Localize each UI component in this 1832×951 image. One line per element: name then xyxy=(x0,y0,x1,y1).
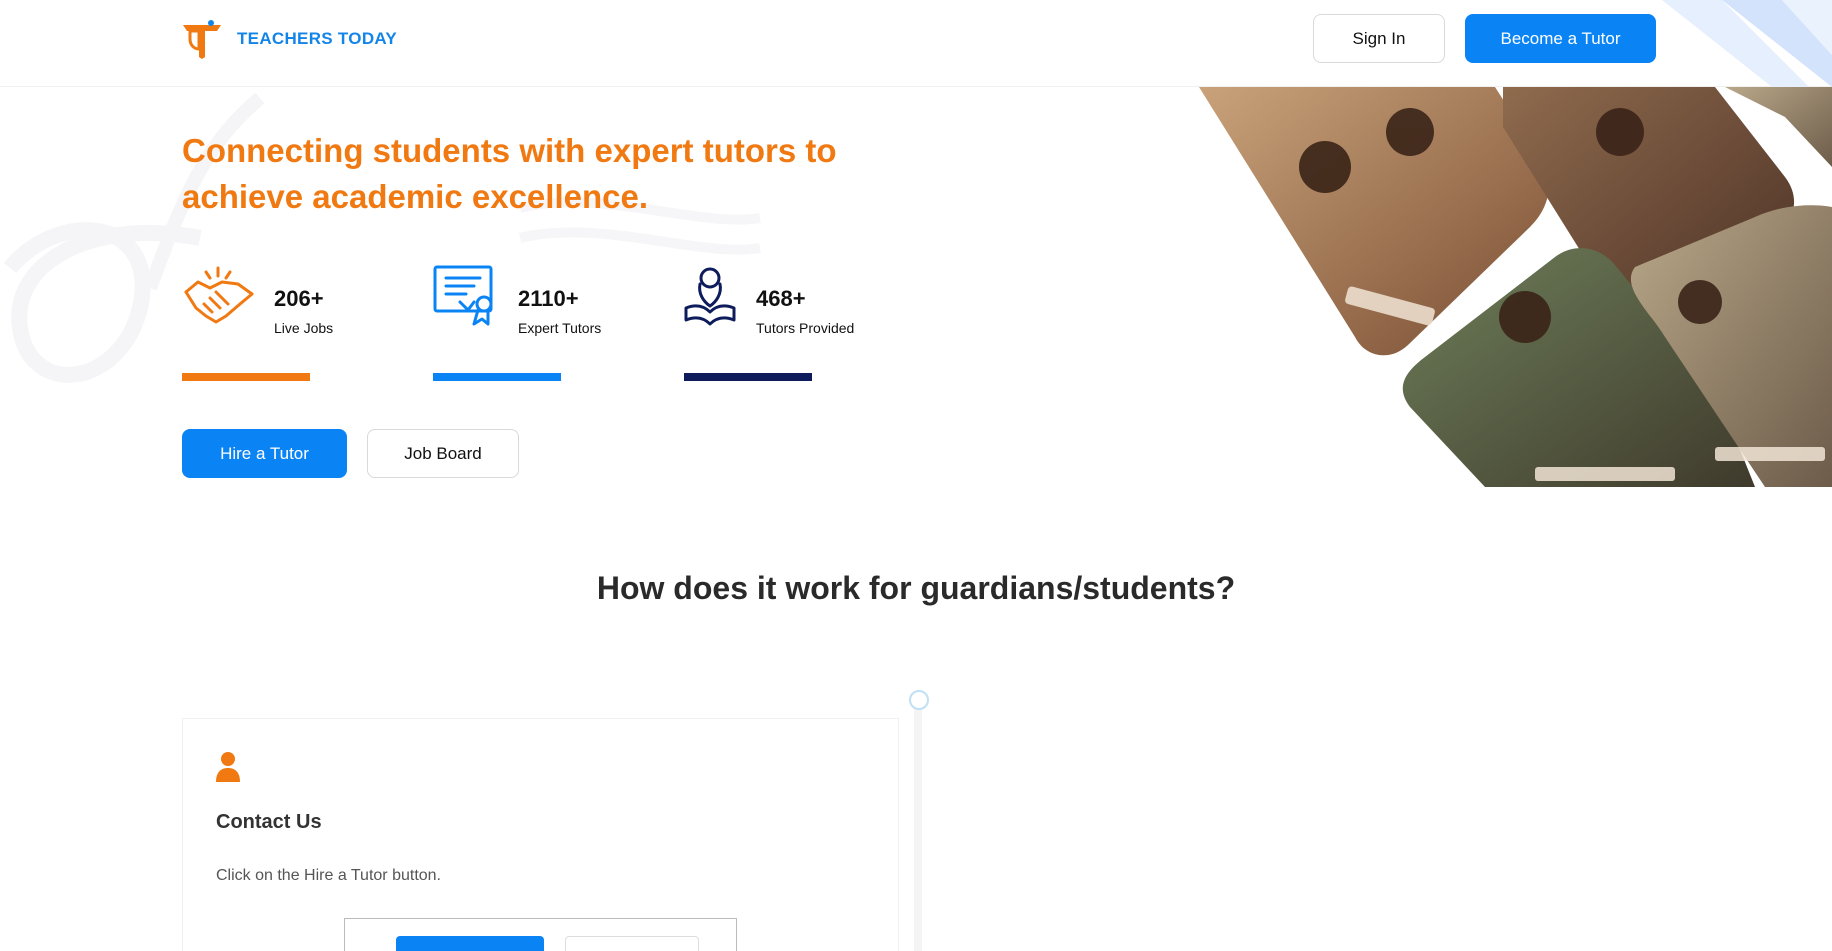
stat-bar-tutors-provided xyxy=(684,373,812,381)
hero-headline: Connecting students with expert tutors t… xyxy=(182,132,837,215)
brand-name: TEACHERS TODAY xyxy=(237,29,398,48)
timeline-line xyxy=(914,706,922,951)
illustration-jobboard-button xyxy=(565,936,699,951)
hero-photo-collage xyxy=(1199,87,1832,487)
stat-label: Tutors Provided xyxy=(756,320,855,336)
corner-decoration xyxy=(1662,0,1832,87)
stat-value: 2110+ xyxy=(518,286,579,311)
logo[interactable]: TEACHERS TODAY xyxy=(181,19,397,59)
stat-value: 468+ xyxy=(756,286,806,311)
certificate-icon xyxy=(433,265,493,326)
timeline-dot xyxy=(909,690,929,710)
handshake-icon xyxy=(184,266,254,324)
step-title: Contact Us xyxy=(216,811,322,833)
stat-bar-live-jobs xyxy=(182,373,310,381)
user-icon xyxy=(216,752,240,782)
stat-value: 206+ xyxy=(274,286,324,311)
hire-tutor-button[interactable]: Hire a Tutor xyxy=(182,429,347,478)
step-card-contact-us: Contact Us Click on the Hire a Tutor but… xyxy=(182,718,899,951)
become-tutor-button[interactable]: Become a Tutor xyxy=(1465,14,1656,63)
illustration-hire-button xyxy=(396,936,544,951)
sign-in-button[interactable]: Sign In xyxy=(1313,14,1445,63)
step-description: Click on the Hire a Tutor button. xyxy=(216,867,441,884)
stat-live-jobs: 206+ Live Jobs xyxy=(182,264,333,336)
stat-tutors-provided: 468+ Tutors Provided xyxy=(682,264,854,336)
job-board-button[interactable]: Job Board xyxy=(367,429,519,478)
stat-bar-expert-tutors xyxy=(433,373,561,381)
stat-label: Expert Tutors xyxy=(518,320,602,336)
site-header: TEACHERS TODAY Sign In Become a Tutor xyxy=(0,0,1832,87)
step-illustration xyxy=(344,918,737,951)
reader-icon xyxy=(684,267,736,326)
stat-expert-tutors: 2110+ Expert Tutors xyxy=(432,264,601,336)
how-it-works-title: How does it work for guardians/students? xyxy=(596,570,1236,606)
teachers-today-logo-icon xyxy=(183,20,221,59)
stat-label: Live Jobs xyxy=(274,320,334,336)
